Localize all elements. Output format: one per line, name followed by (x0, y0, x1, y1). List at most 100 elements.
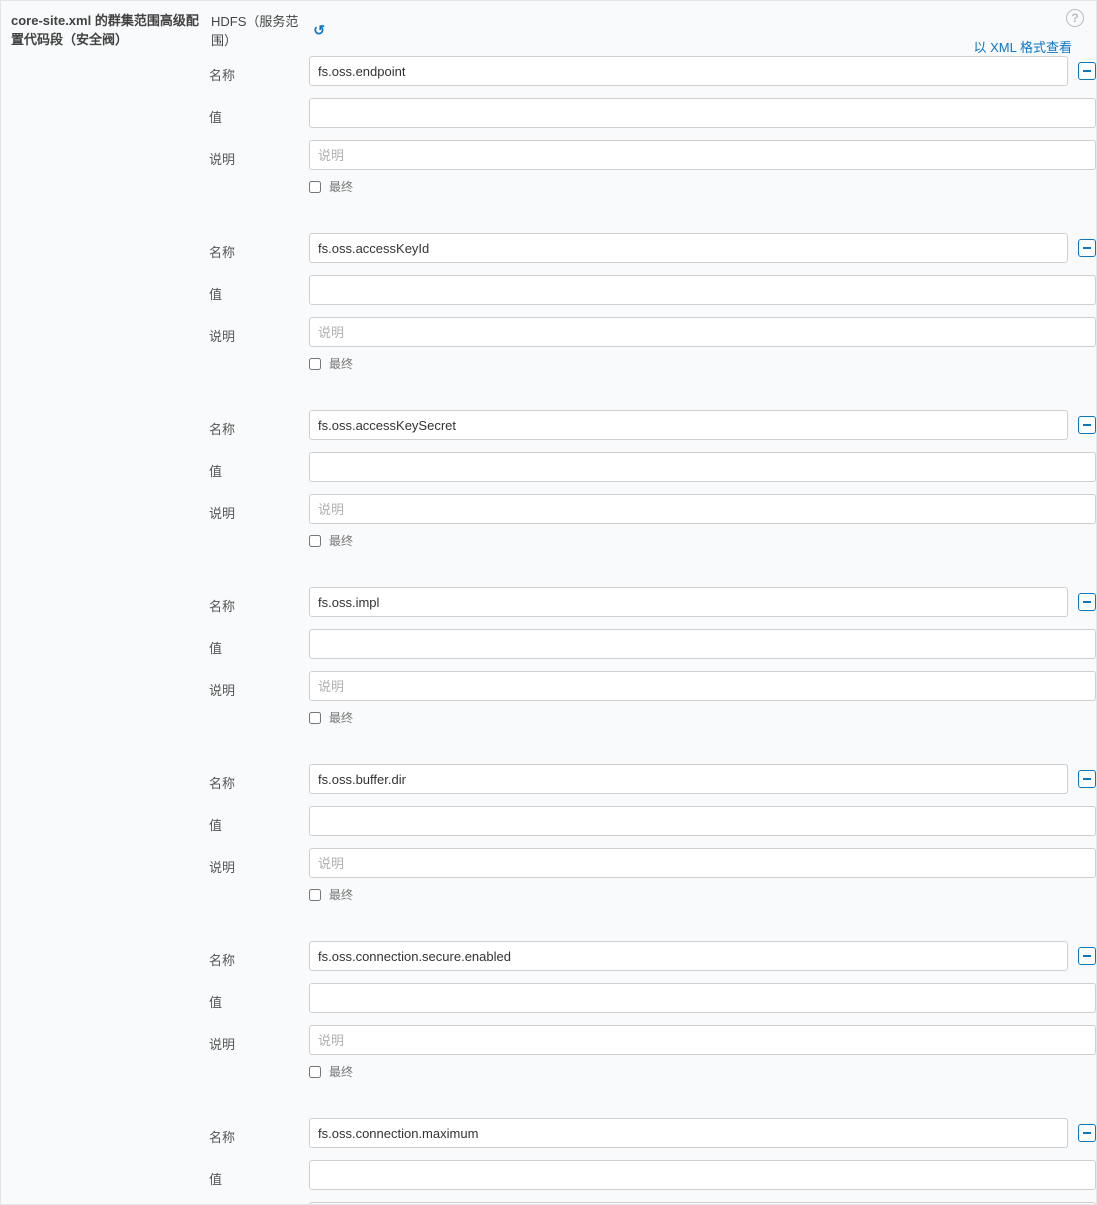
name-label: 名称 (209, 590, 309, 615)
name-input[interactable] (309, 941, 1068, 971)
final-checkbox[interactable] (309, 358, 321, 370)
name-label: 名称 (209, 59, 309, 84)
description-input[interactable] (309, 494, 1096, 524)
description-input[interactable] (309, 317, 1096, 347)
description-row: 说明 (209, 848, 1096, 878)
minus-icon (1083, 424, 1091, 426)
name-input[interactable] (309, 764, 1068, 794)
minus-icon (1083, 247, 1091, 249)
remove-entry-button[interactable] (1078, 947, 1096, 965)
final-checkbox[interactable] (309, 889, 321, 901)
description-row: 说明 (209, 317, 1096, 347)
name-row: 名称 (209, 233, 1096, 263)
value-input[interactable] (309, 275, 1096, 305)
description-input[interactable] (309, 140, 1096, 170)
minus-icon (1083, 778, 1091, 780)
name-label: 名称 (209, 1121, 309, 1146)
property-entry: 名称 值 说明 最终 (209, 764, 1096, 903)
name-input[interactable] (309, 1118, 1068, 1148)
header-row: core-site.xml 的群集范围高级配置代码段（安全阀） HDFS（服务范… (1, 1, 1096, 56)
value-row: 值 (209, 629, 1096, 659)
value-label: 值 (209, 101, 309, 126)
final-label: 最终 (329, 178, 353, 195)
description-label: 说明 (209, 497, 309, 522)
description-label: 说明 (209, 1028, 309, 1053)
value-label: 值 (209, 1163, 309, 1188)
value-input[interactable] (309, 629, 1096, 659)
final-label: 最终 (329, 709, 353, 726)
property-title: core-site.xml 的群集范围高级配置代码段（安全阀） (11, 13, 199, 47)
value-row: 值 (209, 983, 1096, 1013)
property-entry: 名称 值 说明 最终 (209, 1118, 1096, 1205)
final-label: 最终 (329, 355, 353, 372)
final-row: 最终 (309, 178, 1096, 195)
value-input[interactable] (309, 983, 1096, 1013)
minus-icon (1083, 70, 1091, 72)
description-row: 说明 (209, 671, 1096, 701)
value-label: 值 (209, 632, 309, 657)
property-title-cell: core-site.xml 的群集范围高级配置代码段（安全阀） (1, 1, 209, 49)
property-entry: 名称 值 说明 最终 (209, 410, 1096, 549)
name-label: 名称 (209, 413, 309, 438)
undo-icon[interactable]: ↺ (313, 22, 325, 39)
description-label: 说明 (209, 851, 309, 876)
remove-entry-button[interactable] (1078, 239, 1096, 257)
help-icon[interactable]: ? (1066, 9, 1084, 27)
config-panel: core-site.xml 的群集范围高级配置代码段（安全阀） HDFS（服务范… (0, 0, 1097, 1205)
remove-entry-button[interactable] (1078, 416, 1096, 434)
description-input[interactable] (309, 1025, 1096, 1055)
final-checkbox[interactable] (309, 1066, 321, 1078)
minus-icon (1083, 955, 1091, 957)
property-entry: 名称 值 说明 最终 (209, 56, 1096, 195)
value-row: 值 (209, 452, 1096, 482)
value-input[interactable] (309, 98, 1096, 128)
description-input[interactable] (309, 848, 1096, 878)
final-row: 最终 (309, 355, 1096, 372)
name-label: 名称 (209, 944, 309, 969)
name-row: 名称 (209, 587, 1096, 617)
name-input[interactable] (309, 587, 1068, 617)
name-row: 名称 (209, 941, 1096, 971)
value-row: 值 (209, 1160, 1096, 1190)
value-label: 值 (209, 278, 309, 303)
name-row: 名称 (209, 1118, 1096, 1148)
description-row: 说明 (209, 1025, 1096, 1055)
value-label: 值 (209, 809, 309, 834)
name-row: 名称 (209, 56, 1096, 86)
property-entry: 名称 值 说明 最终 (209, 941, 1096, 1080)
value-input[interactable] (309, 452, 1096, 482)
remove-entry-button[interactable] (1078, 1124, 1096, 1142)
name-label: 名称 (209, 236, 309, 261)
value-input[interactable] (309, 806, 1096, 836)
name-input[interactable] (309, 56, 1068, 86)
value-row: 值 (209, 98, 1096, 128)
view-as-xml-link[interactable]: 以 XML 格式查看 (325, 37, 1072, 56)
final-row: 最终 (309, 886, 1096, 903)
minus-icon (1083, 1132, 1091, 1134)
name-row: 名称 (209, 764, 1096, 794)
description-row: 说明 (209, 140, 1096, 170)
final-checkbox[interactable] (309, 181, 321, 193)
final-checkbox[interactable] (309, 712, 321, 724)
final-row: 最终 (309, 532, 1096, 549)
remove-entry-button[interactable] (1078, 62, 1096, 80)
description-label: 说明 (209, 320, 309, 345)
final-row: 最终 (309, 1063, 1096, 1080)
name-input[interactable] (309, 233, 1068, 263)
final-label: 最终 (329, 1063, 353, 1080)
scope-label: HDFS（服务范围） (211, 11, 305, 49)
value-input[interactable] (309, 1160, 1096, 1190)
value-label: 值 (209, 986, 309, 1011)
property-entry: 名称 值 说明 最终 (209, 587, 1096, 726)
property-entry: 名称 值 说明 最终 (209, 233, 1096, 372)
description-input[interactable] (309, 671, 1096, 701)
name-label: 名称 (209, 767, 309, 792)
remove-entry-button[interactable] (1078, 770, 1096, 788)
name-row: 名称 (209, 410, 1096, 440)
final-row: 最终 (309, 709, 1096, 726)
description-row: 说明 (209, 494, 1096, 524)
name-input[interactable] (309, 410, 1068, 440)
final-checkbox[interactable] (309, 535, 321, 547)
form-groups: 名称 值 说明 最终 名称 (1, 56, 1096, 1205)
remove-entry-button[interactable] (1078, 593, 1096, 611)
